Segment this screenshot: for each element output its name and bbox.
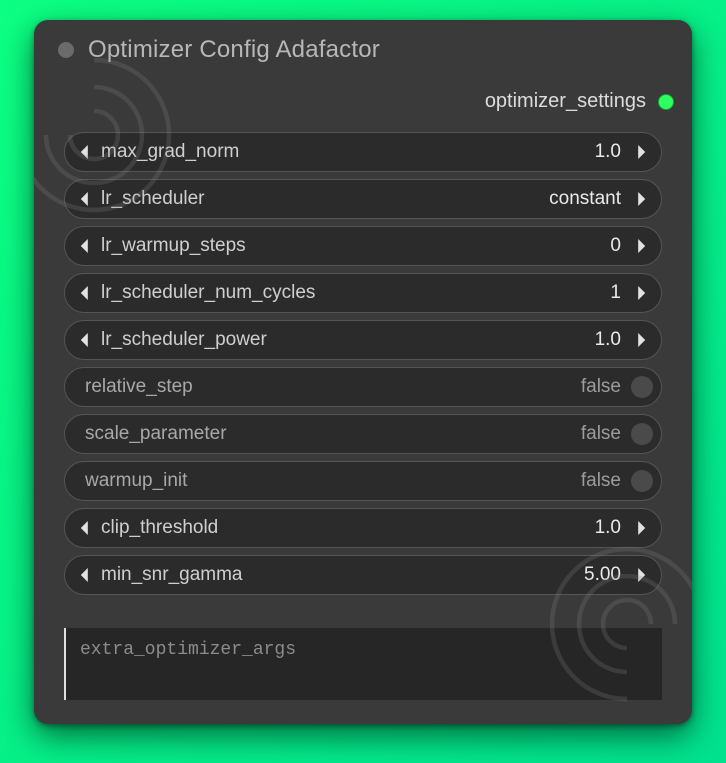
increment-lr-warmup-steps-icon[interactable] xyxy=(627,239,655,253)
field-label-lr-scheduler-power: lr_scheduler_power xyxy=(99,329,595,351)
field-label-relative-step: relative_step xyxy=(83,376,581,398)
field-clip-threshold[interactable]: clip_threshold1.0 xyxy=(64,508,662,548)
field-value-lr-scheduler-num-cycles: 1 xyxy=(610,282,627,304)
field-value-relative-step: false xyxy=(581,376,625,398)
field-value-max-grad-norm: 1.0 xyxy=(595,141,627,163)
field-lr-scheduler-power[interactable]: lr_scheduler_power1.0 xyxy=(64,320,662,360)
decrement-lr-scheduler-icon[interactable] xyxy=(71,192,99,206)
fields-container: max_grad_norm1.0lr_schedulerconstantlr_w… xyxy=(34,123,692,618)
decrement-max-grad-norm-icon[interactable] xyxy=(71,145,99,159)
field-warmup-init[interactable]: warmup_initfalse xyxy=(64,461,662,501)
toggle-knob-relative-step[interactable] xyxy=(631,376,653,398)
output-label: optimizer_settings xyxy=(485,90,646,113)
node-title: Optimizer Config Adafactor xyxy=(88,36,380,64)
extra-optimizer-args-input[interactable]: extra_optimizer_args xyxy=(64,628,662,700)
decrement-min-snr-gamma-icon[interactable] xyxy=(71,568,99,582)
collapse-toggle-icon[interactable] xyxy=(58,42,74,58)
field-label-max-grad-norm: max_grad_norm xyxy=(99,141,595,163)
canvas-background: Optimizer Config Adafactor optimizer_set… xyxy=(0,0,726,763)
increment-clip-threshold-icon[interactable] xyxy=(627,521,655,535)
output-socket-optimizer-settings[interactable] xyxy=(658,94,674,110)
field-label-lr-scheduler-num-cycles: lr_scheduler_num_cycles xyxy=(99,282,610,304)
field-value-clip-threshold: 1.0 xyxy=(595,517,627,539)
field-min-snr-gamma[interactable]: min_snr_gamma5.00 xyxy=(64,555,662,595)
decrement-lr-scheduler-power-icon[interactable] xyxy=(71,333,99,347)
increment-lr-scheduler-num-cycles-icon[interactable] xyxy=(627,286,655,300)
field-value-warmup-init: false xyxy=(581,470,625,492)
field-value-lr-warmup-steps: 0 xyxy=(610,235,627,257)
decrement-lr-warmup-steps-icon[interactable] xyxy=(71,239,99,253)
field-label-warmup-init: warmup_init xyxy=(83,470,581,492)
node-optimizer-config-adafactor[interactable]: Optimizer Config Adafactor optimizer_set… xyxy=(34,20,692,724)
node-header[interactable]: Optimizer Config Adafactor xyxy=(34,20,692,70)
increment-min-snr-gamma-icon[interactable] xyxy=(627,568,655,582)
field-label-lr-scheduler: lr_scheduler xyxy=(99,188,549,210)
output-row: optimizer_settings xyxy=(34,70,692,123)
field-relative-step[interactable]: relative_stepfalse xyxy=(64,367,662,407)
field-max-grad-norm[interactable]: max_grad_norm1.0 xyxy=(64,132,662,172)
field-label-min-snr-gamma: min_snr_gamma xyxy=(99,564,584,586)
decrement-lr-scheduler-num-cycles-icon[interactable] xyxy=(71,286,99,300)
field-lr-scheduler[interactable]: lr_schedulerconstant xyxy=(64,179,662,219)
field-lr-warmup-steps[interactable]: lr_warmup_steps0 xyxy=(64,226,662,266)
field-label-scale-parameter: scale_parameter xyxy=(83,423,581,445)
field-value-min-snr-gamma: 5.00 xyxy=(584,564,627,586)
decrement-clip-threshold-icon[interactable] xyxy=(71,521,99,535)
increment-lr-scheduler-power-icon[interactable] xyxy=(627,333,655,347)
increment-max-grad-norm-icon[interactable] xyxy=(627,145,655,159)
field-lr-scheduler-num-cycles[interactable]: lr_scheduler_num_cycles1 xyxy=(64,273,662,313)
increment-lr-scheduler-icon[interactable] xyxy=(627,192,655,206)
field-label-lr-warmup-steps: lr_warmup_steps xyxy=(99,235,610,257)
field-value-lr-scheduler-power: 1.0 xyxy=(595,329,627,351)
field-scale-parameter[interactable]: scale_parameterfalse xyxy=(64,414,662,454)
toggle-knob-scale-parameter[interactable] xyxy=(631,423,653,445)
field-value-lr-scheduler: constant xyxy=(549,188,627,210)
extra-optimizer-args-placeholder: extra_optimizer_args xyxy=(80,640,648,660)
field-label-clip-threshold: clip_threshold xyxy=(99,517,595,539)
field-value-scale-parameter: false xyxy=(581,423,625,445)
toggle-knob-warmup-init[interactable] xyxy=(631,470,653,492)
